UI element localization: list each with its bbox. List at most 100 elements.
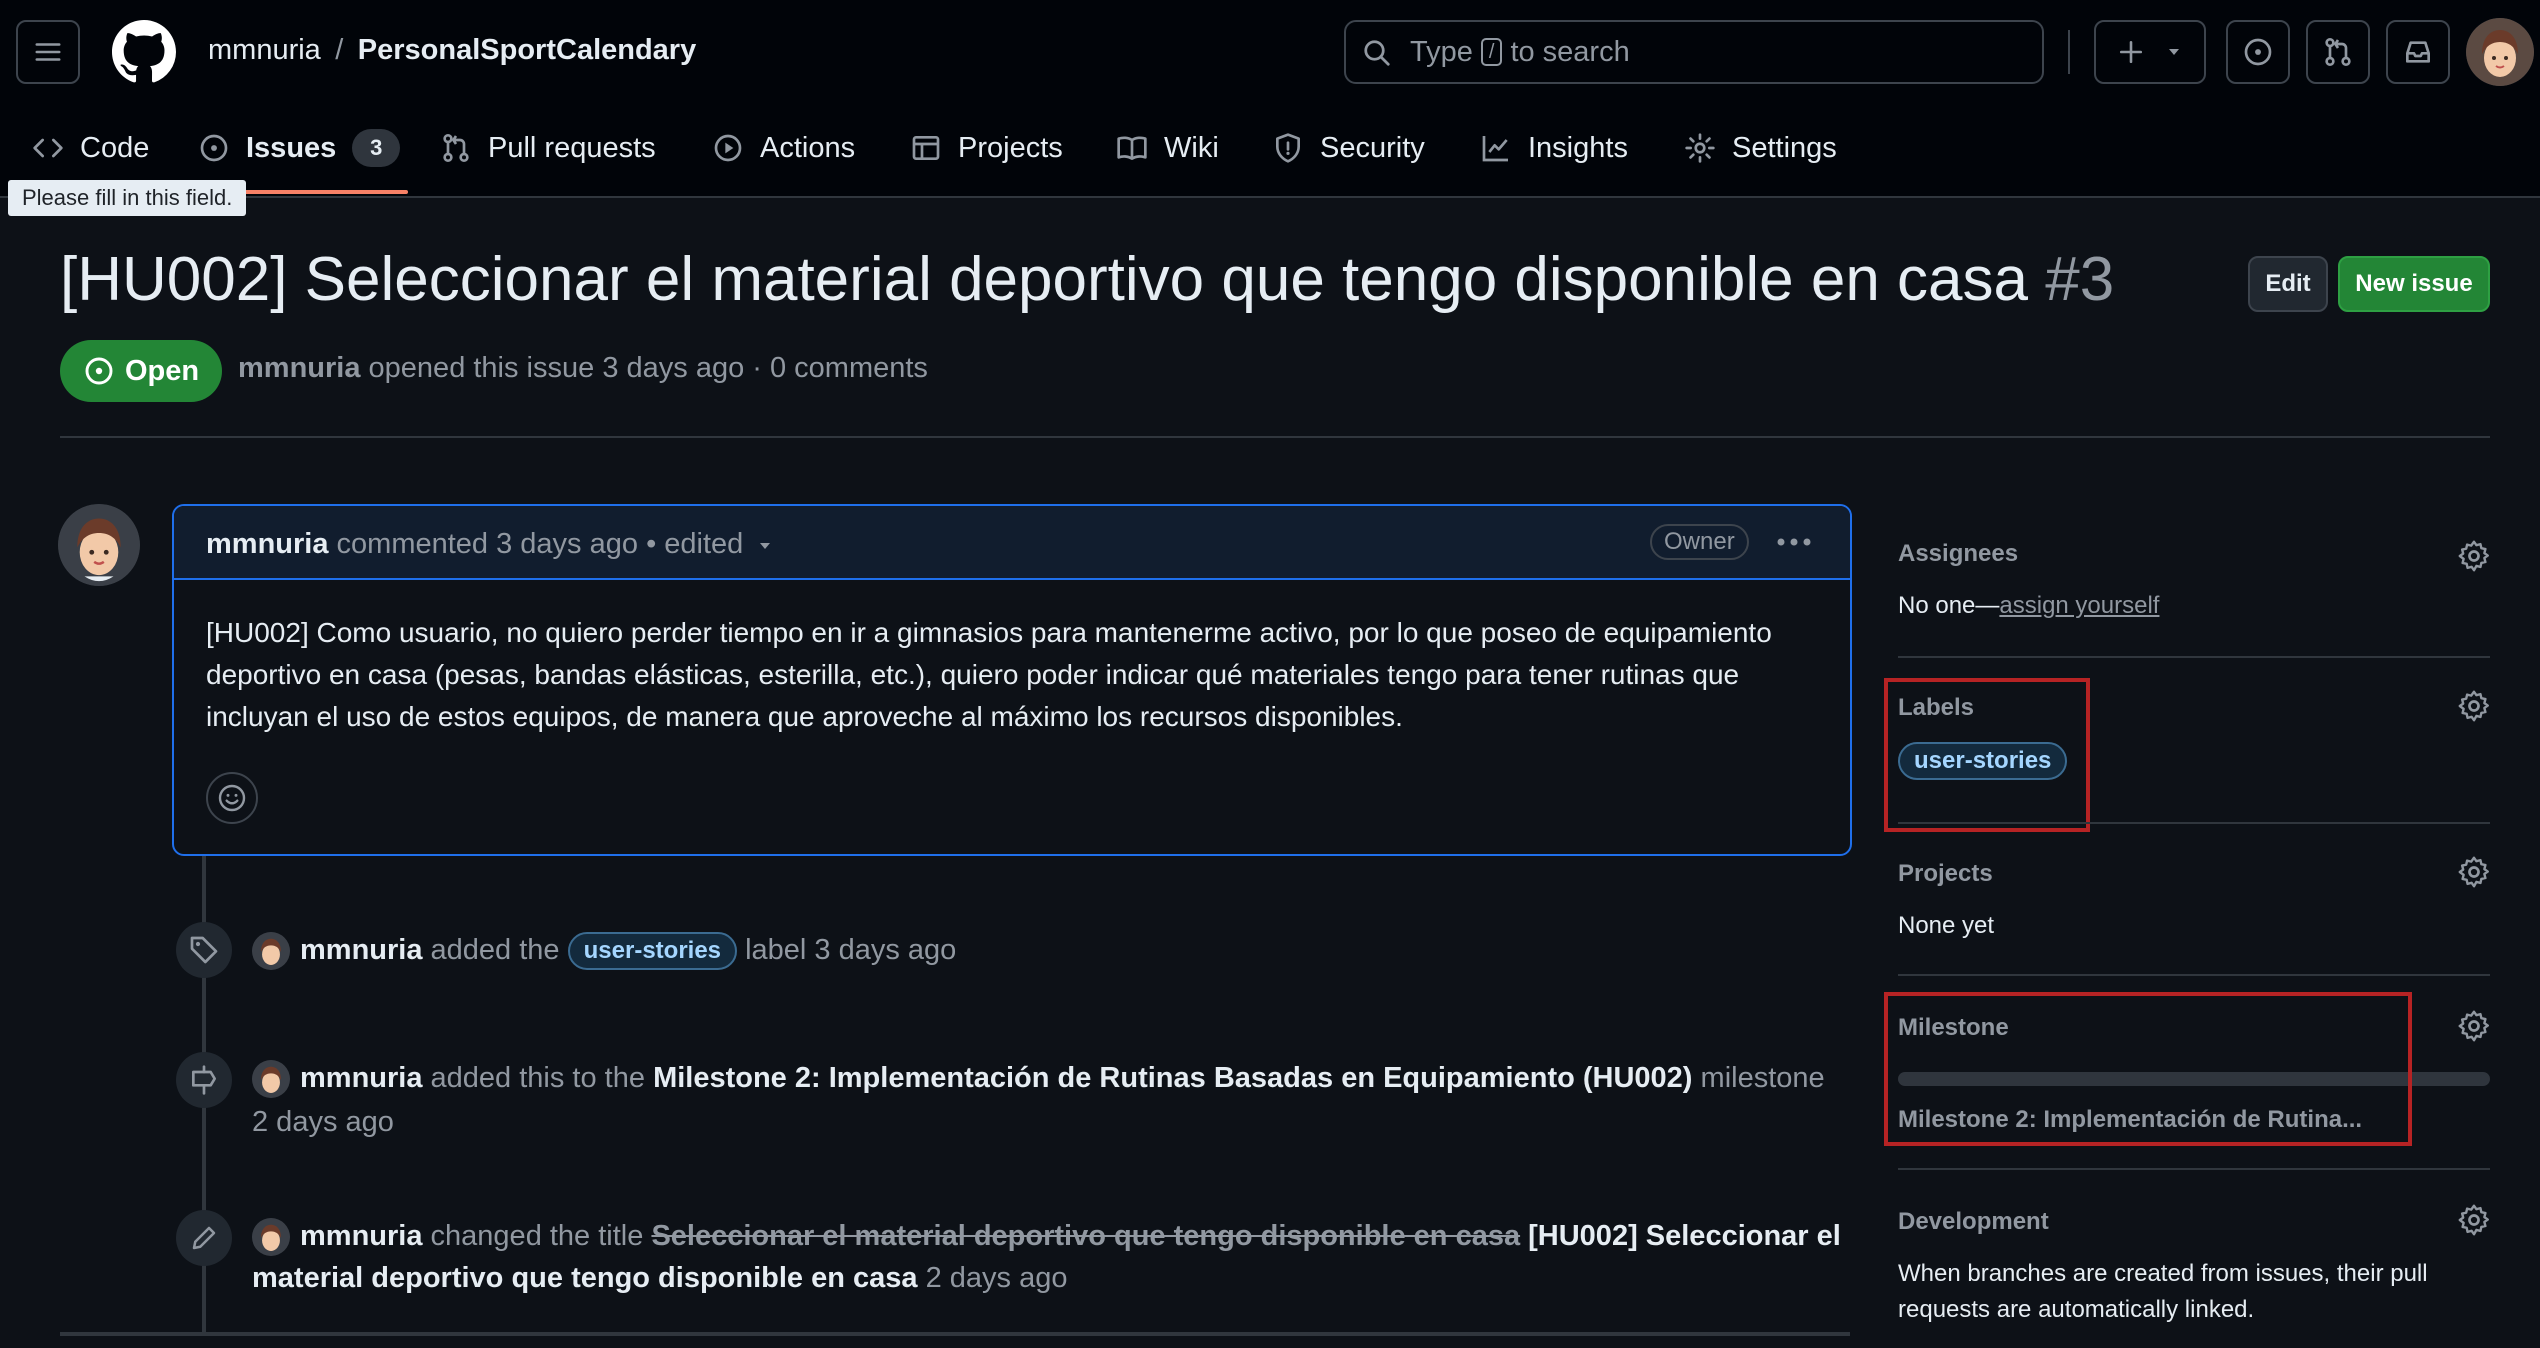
tab-insights[interactable]: Insights <box>1480 110 1628 186</box>
edited-dropdown[interactable]: • edited <box>646 528 773 560</box>
gear-icon[interactable] <box>2456 1202 2492 1238</box>
inbox-icon <box>2406 41 2430 63</box>
kebab-horizontal-icon <box>1777 538 1811 546</box>
create-new-button[interactable] <box>2094 20 2206 84</box>
graph-icon <box>1482 136 1508 162</box>
milestone-icon <box>192 1065 216 1095</box>
issue-opened-icon <box>85 357 113 385</box>
play-icon <box>714 134 742 162</box>
issue-meta-text: opened this issue 3 days ago · 0 comment… <box>368 352 928 384</box>
new-issue-button[interactable]: New issue <box>2338 256 2490 312</box>
owner-link[interactable]: mmnuria <box>208 34 321 66</box>
add-reaction-button[interactable] <box>206 772 258 824</box>
tab-projects[interactable]: Projects <box>910 110 1063 186</box>
tab-pull-requests-label: Pull requests <box>488 131 656 164</box>
timeline-author-link[interactable]: mmnuria <box>300 1062 422 1094</box>
timeline-avatar[interactable] <box>252 1060 290 1098</box>
comment-avatar[interactable] <box>58 504 140 586</box>
tab-wiki-label: Wiki <box>1164 131 1219 164</box>
issue-title: [HU002] Seleccionar el material deportiv… <box>60 244 2114 315</box>
tab-code[interactable]: Code <box>32 110 149 186</box>
issue-meta: mmnuria opened this issue 3 days ago · 0… <box>238 352 928 385</box>
menu-button[interactable] <box>16 20 80 84</box>
timeline-time[interactable]: 2 days ago <box>926 1262 1068 1294</box>
tab-wiki[interactable]: Wiki <box>1116 110 1219 186</box>
issue-author-link[interactable]: mmnuria <box>238 352 360 384</box>
gear-icon[interactable] <box>2456 1008 2492 1044</box>
timeline-event-label: mmnuria added the user-stories label 3 d… <box>300 928 956 972</box>
tab-security[interactable]: Security <box>1272 110 1425 186</box>
assign-yourself-link[interactable]: assign yourself <box>1999 592 2159 619</box>
projects-value: None yet <box>1898 912 1995 939</box>
search-placeholder-suffix: to search <box>1510 35 1630 68</box>
old-title: Seleccionar el material deportivo que te… <box>651 1220 1521 1252</box>
tab-settings[interactable]: Settings <box>1684 110 1837 186</box>
book-icon <box>1117 136 1147 160</box>
comment-options-button[interactable] <box>1770 524 1818 560</box>
gear-icon[interactable] <box>2456 854 2492 890</box>
title-divider <box>60 436 2490 438</box>
issue-number: #3 <box>2045 245 2115 314</box>
edit-button[interactable]: Edit <box>2248 256 2328 312</box>
timeline-avatar[interactable] <box>252 1218 290 1256</box>
git-pull-request-icon <box>2325 38 2351 66</box>
comment-header: mmnuria commented 3 days ago • edited Ow… <box>174 506 1850 580</box>
search-input[interactable]: Type / to search <box>1344 20 2044 84</box>
tab-insights-label: Insights <box>1528 131 1628 164</box>
gear-icon <box>1685 133 1715 163</box>
label-user-stories[interactable]: user-stories <box>567 932 738 971</box>
comment-body: [HU002] Como usuario, no quiero perder t… <box>206 617 1772 732</box>
timeline-text: changed the title <box>430 1220 644 1252</box>
timeline-author-link[interactable]: mmnuria <box>300 1220 422 1252</box>
assignees-value: No one—assign yourself <box>1898 592 2159 620</box>
status-badge: Open <box>60 340 222 402</box>
timeline-item-icon <box>176 1052 232 1108</box>
tab-issues[interactable]: Issues 3 <box>198 110 401 186</box>
owner-badge: Owner <box>1650 524 1749 560</box>
triangle-down-icon <box>2169 49 2179 55</box>
new-title-part: [HU002] Seleccionar el <box>1528 1220 1841 1252</box>
issue-title-text: [HU002] Seleccionar el material deportiv… <box>60 245 2028 314</box>
search-shortcut-key: / <box>1480 38 1503 66</box>
timeline-text: added the <box>430 934 560 966</box>
pencil-icon <box>192 1226 216 1250</box>
smiley-icon <box>218 784 246 812</box>
search-icon <box>1364 40 1390 66</box>
sidebar-divider <box>1898 822 2490 824</box>
user-avatar[interactable] <box>2466 18 2534 86</box>
issues-button[interactable] <box>2226 20 2290 84</box>
timeline-text: label 3 days ago <box>745 934 957 966</box>
inbox-button[interactable] <box>2386 20 2450 84</box>
tab-actions[interactable]: Actions <box>712 110 855 186</box>
development-text-line2: requests are automatically linked. <box>1898 1296 2255 1323</box>
pull-requests-button[interactable] <box>2306 20 2370 84</box>
hamburger-icon <box>35 43 61 61</box>
sidebar-divider <box>1898 1168 2490 1170</box>
timeline-avatar[interactable] <box>252 932 290 970</box>
tab-pull-requests[interactable]: Pull requests <box>440 110 656 186</box>
tab-projects-label: Projects <box>958 131 1063 164</box>
issue-opened-icon <box>2244 38 2272 66</box>
timeline-item-icon <box>176 922 232 978</box>
github-logo-icon[interactable] <box>112 20 176 84</box>
labels-highlight-box <box>1884 678 2090 832</box>
assignees-none: No one— <box>1898 592 2000 619</box>
sidebar-divider <box>1898 974 2490 976</box>
repo-link[interactable]: PersonalSportCalendary <box>358 34 696 66</box>
issue-opened-icon <box>200 134 228 162</box>
git-pull-request-icon <box>443 134 469 162</box>
milestone-link[interactable]: Milestone 2: Implementación de Rutinas B… <box>653 1062 1692 1094</box>
timeline-author-link[interactable]: mmnuria <box>300 934 422 966</box>
gear-icon[interactable] <box>2456 688 2492 724</box>
timeline-time[interactable]: 2 days ago <box>252 1100 394 1144</box>
issues-counter: 3 <box>352 129 401 167</box>
comment-action: commented 3 days ago <box>336 528 639 560</box>
triangle-down-icon <box>760 543 771 550</box>
comment-author-link[interactable]: mmnuria <box>206 528 328 560</box>
timeline-event-title-change-cont: material deportivo que tengo disponible … <box>252 1256 1067 1300</box>
header-divider <box>2068 30 2070 74</box>
gear-icon[interactable] <box>2456 538 2492 574</box>
breadcrumb-separator: / <box>335 34 344 66</box>
development-heading: Development <box>1898 1208 2049 1235</box>
tab-actions-label: Actions <box>760 131 856 164</box>
